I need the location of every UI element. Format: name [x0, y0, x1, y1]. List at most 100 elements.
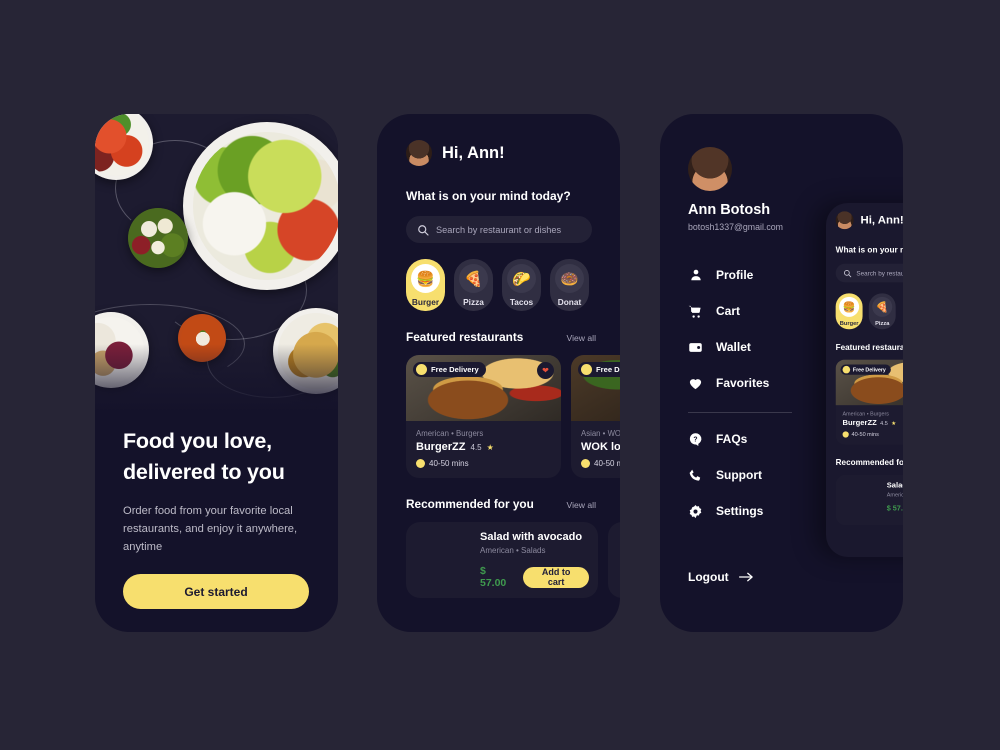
- restaurant-delivery-time: 40-50 mins: [429, 459, 469, 468]
- category-label: Tacos: [509, 297, 534, 307]
- phone-drawer: Ann Botosh botosh1337@gmail.com Profile: [660, 114, 903, 632]
- menu-item-faqs[interactable]: ? FAQs: [688, 421, 903, 457]
- drawer-menu-primary: Profile Cart Wallet Favorites: [688, 257, 903, 401]
- restaurant-rating: 4.5: [470, 442, 482, 452]
- onboarding-title-line1: Food you love,: [123, 429, 272, 453]
- hero-food-collage: [95, 114, 338, 414]
- category-list: 🍔 Burger 🍕 Pizza 🌮 Tacos 🍩 Donat: [406, 259, 620, 311]
- food-plate-avocado-bowl: [183, 122, 338, 290]
- restaurant-category: Asian • WO: [581, 429, 620, 438]
- taco-icon: 🌮: [507, 264, 536, 293]
- clock-icon: [416, 459, 425, 468]
- category-burger[interactable]: 🍔 Burger: [406, 259, 445, 311]
- menu-item-cart[interactable]: Cart: [688, 293, 903, 329]
- onboarding-title-line2: delivered to you: [123, 459, 285, 484]
- dish-image: [415, 531, 470, 586]
- menu-item-label: Support: [716, 468, 762, 482]
- menu-item-label: Favorites: [716, 376, 770, 390]
- heart-icon: [688, 376, 703, 391]
- get-started-button[interactable]: Get started: [123, 574, 309, 609]
- avatar[interactable]: [688, 147, 732, 191]
- badge-label: Free Delivery: [431, 365, 479, 374]
- logout-label: Logout: [688, 570, 729, 584]
- question-bubble-icon: ?: [688, 432, 703, 447]
- menu-item-label: Cart: [716, 304, 741, 318]
- phone-icon: [688, 468, 703, 483]
- add-to-cart-button[interactable]: Add to cart: [523, 566, 589, 588]
- hero-gradient-overlay: [95, 344, 338, 414]
- search-bar[interactable]: [406, 216, 592, 243]
- restaurant-card[interactable]: Free Del Asian • WO WOK lov 40-50 m: [571, 355, 620, 478]
- wallet-icon: [688, 340, 703, 355]
- gear-icon: [688, 504, 703, 519]
- restaurant-name: WOK lov: [581, 441, 620, 453]
- recommended-header: Recommended for you View all: [406, 497, 596, 511]
- logout-button[interactable]: Logout: [688, 570, 754, 584]
- dish-price: $ 57.00: [480, 565, 507, 589]
- burger-icon: 🍔: [411, 264, 440, 293]
- menu-item-label: Settings: [716, 504, 764, 518]
- drawer-panel: Ann Botosh botosh1337@gmail.com Profile: [660, 114, 903, 529]
- search-icon: [417, 224, 429, 236]
- menu-item-label: Profile: [716, 268, 754, 282]
- badge-label: Free Del: [596, 365, 620, 374]
- category-label: Donat: [557, 297, 582, 307]
- free-delivery-badge: Free Delivery: [413, 362, 486, 377]
- menu-item-label: FAQs: [716, 432, 748, 446]
- dish-category: American • Salads: [480, 546, 546, 555]
- recommended-list: Salad with avocado American • Salads $ 5…: [406, 522, 620, 598]
- pizza-icon: 🍕: [459, 264, 488, 293]
- featured-list: Free Delivery ❤ American • Burgers Burge…: [406, 355, 620, 478]
- avatar[interactable]: [406, 140, 432, 166]
- svg-text:?: ?: [693, 436, 697, 443]
- dish-image: [617, 531, 620, 586]
- category-donat[interactable]: 🍩 Donat: [550, 259, 589, 311]
- search-input[interactable]: [436, 224, 576, 235]
- restaurant-card[interactable]: Free Delivery ❤ American • Burgers Burge…: [406, 355, 561, 478]
- category-pizza[interactable]: 🍕 Pizza: [454, 259, 493, 311]
- dish-card[interactable]: Salad with avocado American • Salads $ 5…: [406, 522, 598, 598]
- restaurant-image: Free Delivery ❤: [406, 355, 561, 421]
- menu-item-support[interactable]: Support: [688, 457, 903, 493]
- menu-item-label: Wallet: [716, 340, 751, 354]
- restaurant-delivery-time: 40-50 m: [594, 459, 620, 468]
- restaurant-image: Free Del: [571, 355, 620, 421]
- menu-item-wallet[interactable]: Wallet: [688, 329, 903, 365]
- favorite-heart-icon[interactable]: ❤: [537, 362, 554, 379]
- cart-icon: [688, 304, 703, 319]
- restaurant-meta: American • Burgers BurgerZZ 4.5 ★ 40-50 …: [406, 421, 561, 478]
- dish-card[interactable]: [608, 522, 620, 598]
- food-plate-egg-salad: [128, 208, 188, 268]
- category-label: Burger: [411, 297, 440, 307]
- menu-item-favorites[interactable]: Favorites: [688, 365, 903, 401]
- recommended-view-all[interactable]: View all: [567, 500, 596, 510]
- phone-onboarding: Food you love, delivered to you Order fo…: [95, 114, 338, 632]
- home-header: Hi, Ann!: [406, 140, 620, 166]
- donut-icon: 🍩: [555, 264, 584, 293]
- drawer-divider: [688, 412, 792, 413]
- restaurant-meta: Asian • WO WOK lov 40-50 m: [571, 421, 620, 478]
- phone-home: Hi, Ann! What is on your mind today? 🍔 B…: [377, 114, 620, 632]
- clock-icon: [581, 459, 590, 468]
- free-delivery-badge: Free Del: [578, 362, 620, 377]
- drawer-menu-secondary: ? FAQs Support Settings: [688, 421, 903, 529]
- arrow-right-icon: [738, 571, 754, 583]
- featured-view-all[interactable]: View all: [567, 333, 596, 343]
- onboarding-title: Food you love, delivered to you: [123, 426, 312, 487]
- menu-item-settings[interactable]: Settings: [688, 493, 903, 529]
- delivery-icon: [416, 364, 427, 375]
- user-email: botosh1337@gmail.com: [688, 222, 783, 232]
- recommended-title: Recommended for you: [406, 497, 534, 511]
- onboarding-subtitle: Order food from your favorite local rest…: [123, 505, 298, 554]
- restaurant-category: American • Burgers: [416, 429, 484, 438]
- dish-name: Salad with avocado: [480, 531, 583, 543]
- category-tacos[interactable]: 🌮 Tacos: [502, 259, 541, 311]
- restaurant-name: BurgerZZ: [416, 441, 466, 453]
- featured-header: Featured restaurants View all: [406, 330, 596, 344]
- star-icon: ★: [486, 442, 494, 452]
- greeting-text: Hi, Ann!: [442, 143, 505, 162]
- menu-item-profile[interactable]: Profile: [688, 257, 903, 293]
- user-name: Ann Botosh: [688, 202, 771, 218]
- screenshot-canvas: Food you love, delivered to you Order fo…: [0, 0, 1000, 750]
- category-label: Pizza: [463, 297, 484, 307]
